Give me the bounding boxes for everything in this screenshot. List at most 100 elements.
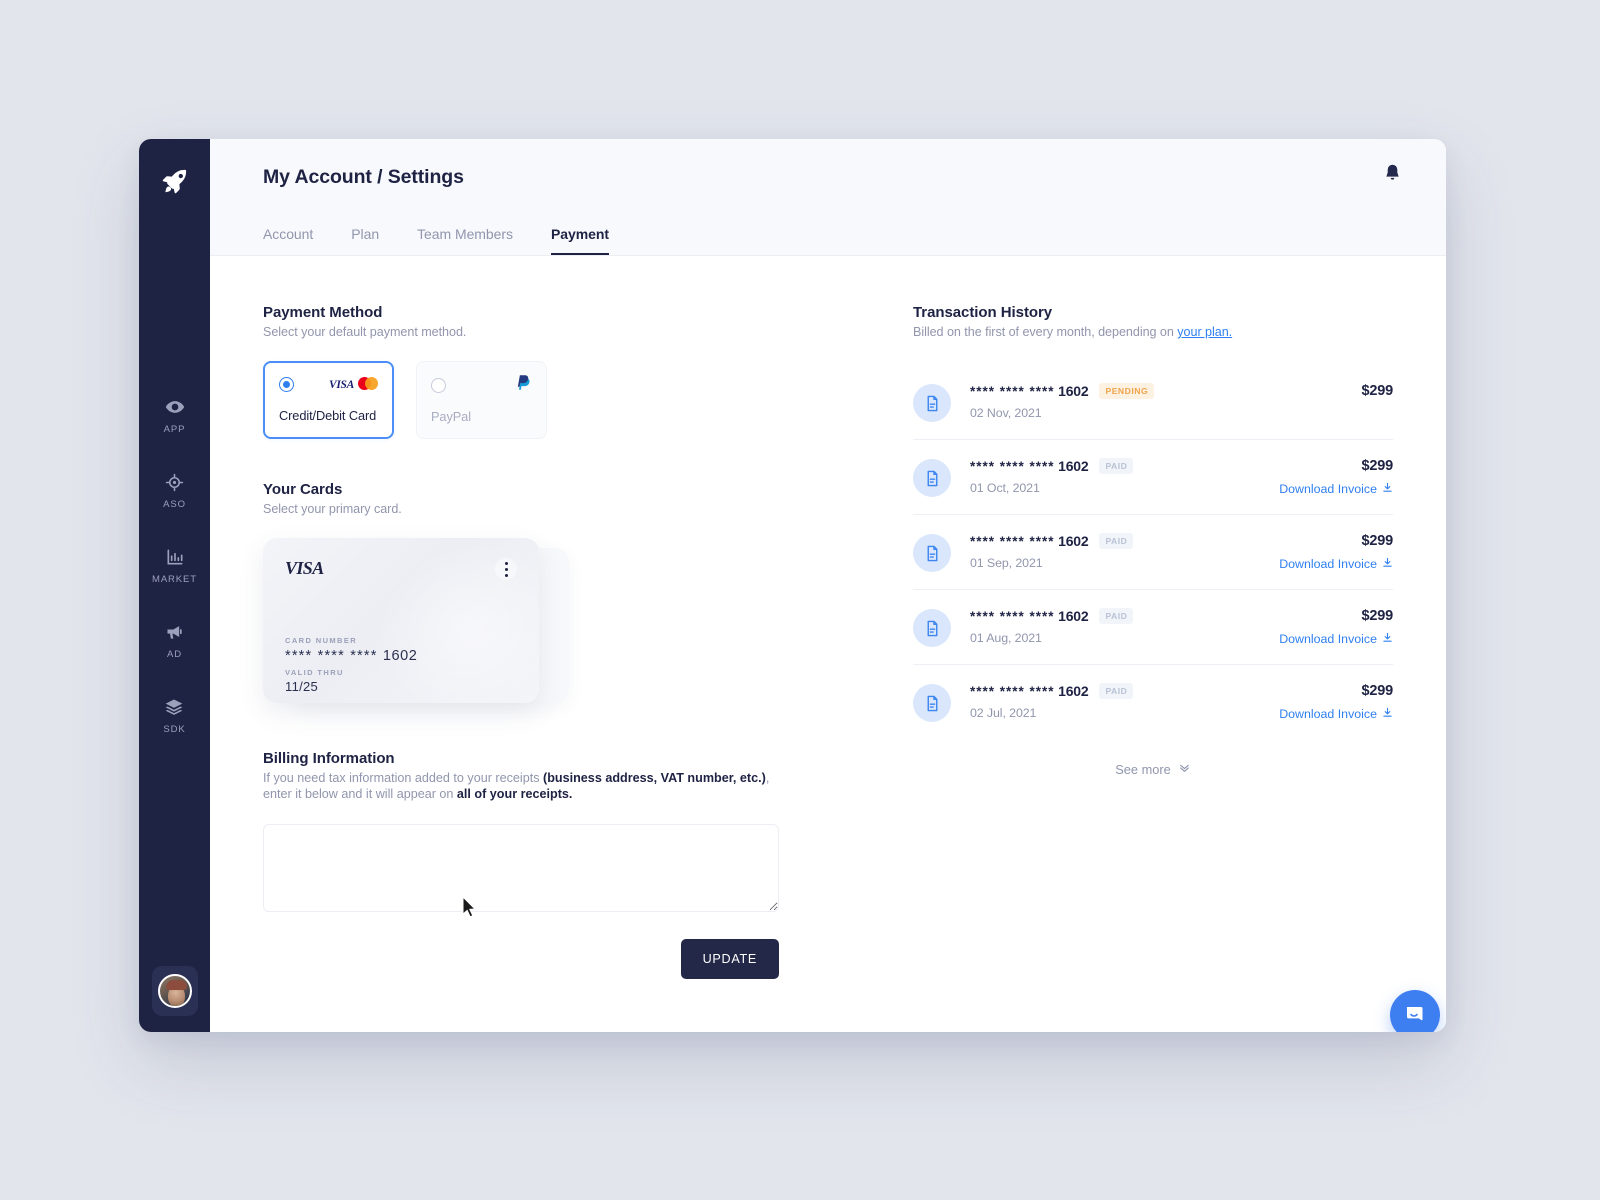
- download-invoice-link[interactable]: Download Invoice: [1273, 557, 1393, 571]
- avatar[interactable]: [151, 966, 198, 1016]
- your-cards-title: Your Cards: [263, 481, 343, 498]
- update-button[interactable]: UPDATE: [680, 939, 779, 980]
- radio-paypal[interactable]: [431, 377, 446, 393]
- status-badge: PAID: [1099, 683, 1134, 699]
- invoice-document-icon: [913, 459, 951, 497]
- transaction-date: 02 Jul, 2021: [970, 706, 1037, 720]
- table-row[interactable]: **** **** **** 1602 PAID 02 Jul, 2021 $2…: [913, 665, 1393, 739]
- megaphone-icon: [165, 622, 185, 642]
- visa-logo: VISA: [328, 379, 354, 391]
- transaction-details: **** **** **** 1602 PAID 01 Sep, 2021: [951, 533, 1273, 570]
- your-cards-section: Your Cards Select your primary card. VIS…: [263, 481, 883, 703]
- sidebar-item-market[interactable]: MARKET: [152, 547, 197, 585]
- avatar-image: [157, 974, 192, 1008]
- transaction-amount-area: $299 Download Invoice: [1273, 458, 1393, 496]
- sidebar-item-app[interactable]: APP: [164, 397, 186, 435]
- rocket-icon[interactable]: [155, 161, 195, 201]
- transaction-date: 02 Nov, 2021: [970, 406, 1042, 420]
- transaction-amount: $299: [1361, 608, 1394, 624]
- bell-icon[interactable]: [1382, 163, 1406, 187]
- billing-desc-bold2: all of your receipts.: [456, 786, 573, 801]
- tab-payment[interactable]: Payment: [550, 226, 609, 255]
- card-mask: **** **** ****: [970, 684, 1055, 699]
- chat-bubble-icon[interactable]: [1390, 990, 1440, 1032]
- transaction-date: 01 Oct, 2021: [970, 481, 1040, 495]
- card-number-last4: 1602: [382, 648, 418, 664]
- payment-option-top: VISA: [279, 375, 378, 393]
- page-content: Payment Method Select your default payme…: [210, 256, 1446, 1032]
- sidebar-item-sdk[interactable]: SDK: [163, 697, 185, 735]
- bar-chart-icon: [165, 547, 185, 567]
- tab-team-members[interactable]: Team Members: [417, 226, 513, 255]
- sidebar-item-label: AD: [167, 649, 182, 660]
- payment-option-top: [431, 374, 532, 396]
- card-number-label: CARD NUMBER: [285, 636, 358, 645]
- valid-thru-label: VALID THRU: [285, 668, 344, 677]
- status-badge: PENDING: [1099, 383, 1155, 399]
- payment-option-label: PayPal: [431, 409, 471, 424]
- sidebar-nav: APP ASO MARKET AD SDK: [139, 397, 210, 735]
- transaction-card: **** **** **** 1602: [970, 608, 1089, 624]
- card-visa-logo: VISA: [285, 558, 324, 578]
- card-mask: **** **** ****: [970, 384, 1055, 399]
- see-more-button[interactable]: See more: [913, 761, 1393, 777]
- sidebar-item-aso[interactable]: ASO: [163, 472, 186, 510]
- payment-method-section: Payment Method Select your default payme…: [263, 304, 883, 439]
- card-number-value: **** **** **** 1602: [285, 648, 417, 664]
- download-invoice-link[interactable]: Download Invoice: [1273, 482, 1393, 496]
- valid-thru-value: 11/25: [285, 679, 319, 694]
- tab-plan[interactable]: Plan: [351, 226, 379, 255]
- see-more-label: See more: [1115, 761, 1171, 777]
- transaction-date: 01 Aug, 2021: [970, 631, 1042, 645]
- tab-account[interactable]: Account: [263, 226, 313, 255]
- billing-information-section: Billing Information If you need tax info…: [263, 750, 883, 980]
- download-invoice-label: Download Invoice: [1279, 707, 1377, 721]
- transaction-card: **** **** **** 1602: [970, 683, 1089, 699]
- transaction-amount-area: $299 Download Invoice: [1273, 608, 1393, 646]
- payment-method-title: Payment Method: [263, 304, 383, 321]
- status-badge: PAID: [1099, 608, 1134, 624]
- primary-credit-card[interactable]: VISA CARD NUMBER **** **** **** 1602 VAL…: [263, 538, 539, 703]
- table-row[interactable]: **** **** **** 1602 PAID 01 Sep, 2021 $2…: [913, 515, 1393, 590]
- card-brand-logos: VISA: [329, 375, 378, 393]
- status-badge: PAID: [1099, 533, 1134, 549]
- transaction-date: 01 Sep, 2021: [970, 556, 1043, 570]
- payment-method-subtitle: Select your default payment method.: [263, 325, 467, 339]
- card-last4: 1602: [1058, 533, 1089, 549]
- table-row[interactable]: **** **** **** 1602 PAID 01 Oct, 2021 $2…: [913, 440, 1393, 515]
- transaction-headline: **** **** **** 1602 PAID: [970, 533, 1273, 549]
- sidebar-item-label: ASO: [163, 499, 186, 510]
- invoice-document-icon: [913, 684, 951, 722]
- download-invoice-link[interactable]: Download Invoice: [1273, 707, 1393, 721]
- download-invoice-link[interactable]: Download Invoice: [1273, 632, 1393, 646]
- layers-icon: [164, 697, 184, 717]
- radio-credit-card[interactable]: [279, 376, 294, 392]
- target-icon: [164, 472, 184, 492]
- paypal-logo: [517, 374, 532, 396]
- download-icon: [1382, 482, 1393, 496]
- table-row[interactable]: **** **** **** 1602 PENDING 02 Nov, 2021…: [913, 365, 1393, 440]
- kebab-menu-icon[interactable]: [495, 558, 517, 580]
- card-last4: 1602: [1058, 383, 1089, 399]
- invoice-document-icon: [913, 609, 951, 647]
- transaction-amount: $299: [1361, 533, 1394, 549]
- card-last4: 1602: [1058, 683, 1089, 699]
- card-expiry-field: VALID THRU 11/25: [285, 668, 344, 694]
- right-column: Transaction History Billed on the first …: [883, 304, 1393, 1032]
- table-row[interactable]: **** **** **** 1602 PAID 01 Aug, 2021 $2…: [913, 590, 1393, 665]
- tabs: Account Plan Team Members Payment: [263, 226, 609, 255]
- transaction-details: **** **** **** 1602 PAID 01 Oct, 2021: [951, 458, 1273, 495]
- billing-textarea[interactable]: [263, 824, 779, 913]
- transaction-amount-area: $299 Download Invoice: [1273, 533, 1393, 571]
- transaction-amount-area: $299: [1273, 383, 1394, 399]
- transaction-headline: **** **** **** 1602 PAID: [970, 683, 1273, 699]
- your-plan-link[interactable]: your plan.: [1177, 325, 1232, 339]
- payment-option-paypal[interactable]: PayPal: [416, 361, 547, 439]
- payment-option-credit-card[interactable]: VISA Credit/Debit Card: [263, 361, 394, 439]
- sidebar-item-ad[interactable]: AD: [165, 622, 185, 660]
- download-icon: [1382, 557, 1393, 571]
- card-number-masked: **** **** ****: [285, 648, 378, 664]
- card-last4: 1602: [1058, 458, 1089, 474]
- download-icon: [1382, 707, 1393, 721]
- transaction-amount: $299: [1361, 458, 1394, 474]
